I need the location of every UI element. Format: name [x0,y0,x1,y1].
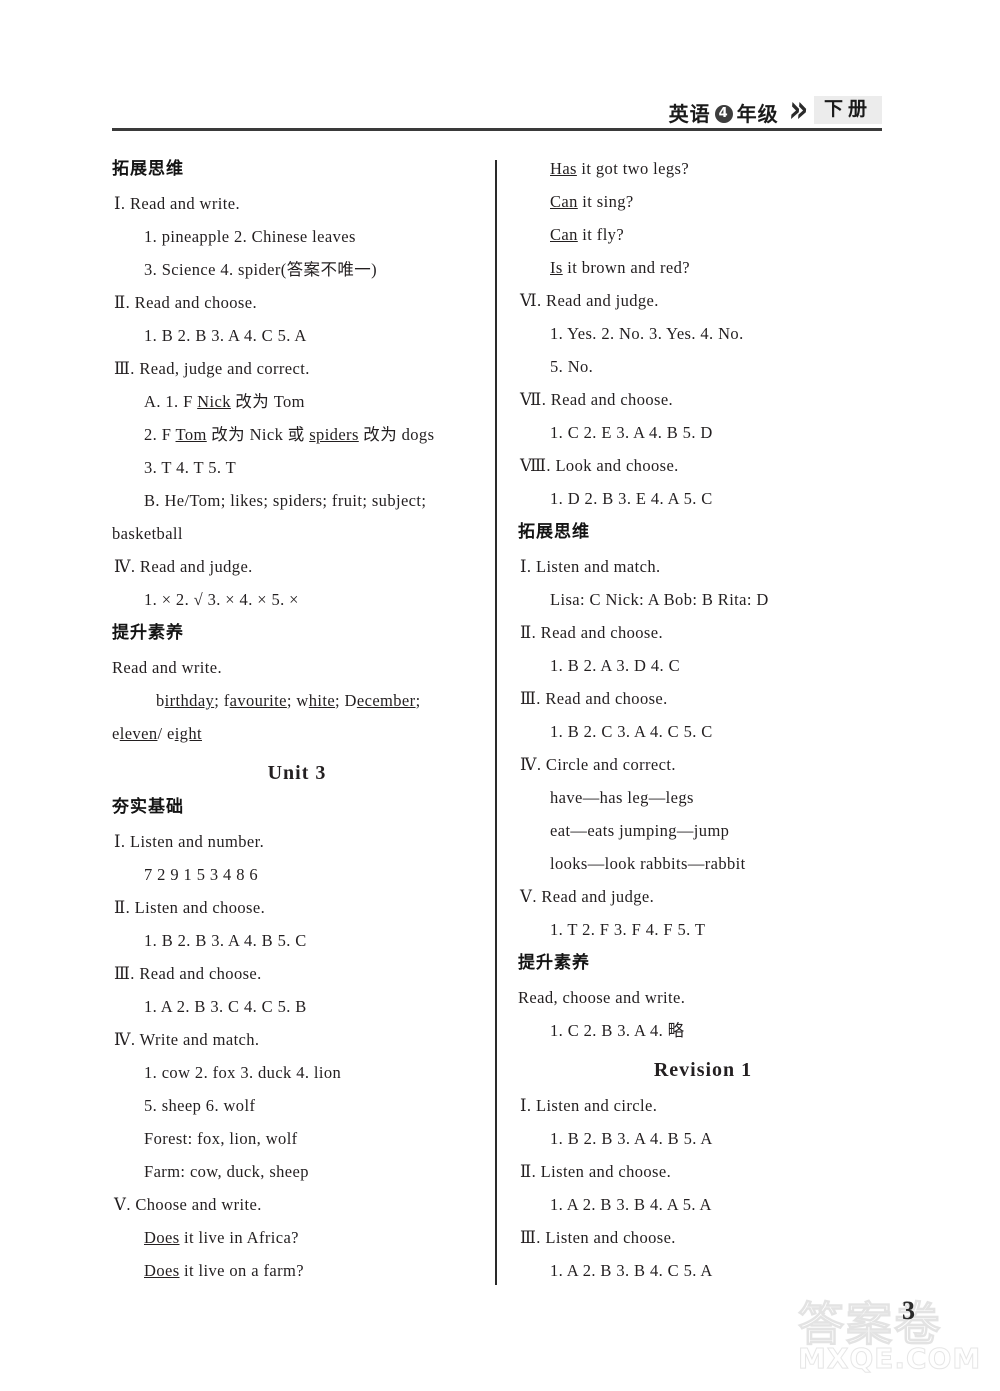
answer-sub-line: have—has leg—legs [550,788,694,807]
answer-line: basketball [112,524,183,543]
answer-line: 1. B 2. B 3. A 4. B 5. A [550,1129,713,1148]
answer-line: 7 2 9 1 5 3 4 8 6 [144,865,259,884]
exercise-heading: Ⅳ. Write and match. [114,1030,260,1049]
answer-line: B. He/Tom; likes; spiders; fruit; subjec… [144,491,427,510]
exercise-heading: Ⅲ. Read and choose. [520,689,668,708]
exercise-heading: Ⅴ. Choose and write. [114,1195,262,1214]
answer-line: 1. A 2. B 3. B 4. C 5. A [550,1261,713,1280]
column-divider [495,160,497,1285]
exercise-heading: Ⅶ. Read and choose. [520,390,674,409]
header-grade-suffix: 年级 [736,102,779,126]
watermark: 答案卷 MXQE.COM [780,1286,995,1386]
answer-sub-line: Can it fly? [550,225,625,244]
answer-sub-line: Does it live on a farm? [144,1261,304,1280]
exercise-heading: Ⅰ. Read and write. [114,194,240,213]
left-column: 拓展思维 Ⅰ. Read and write. 1. pineapple 2. Ch… [112,152,482,1287]
watermark-chinese-text: 答案卷 [798,1297,942,1352]
answer-line: eleven/ eight [112,724,202,743]
section-heading: 提升素养 [112,623,184,643]
watermark-domain-text: MXQE.COM [797,1342,982,1376]
unit-heading: Unit 3 [267,762,327,784]
exercise-heading: Ⅰ. Listen and number. [114,832,265,851]
answer-sub-line: Farm: cow, duck, sheep [144,1162,309,1181]
exercise-heading: Ⅱ. Listen and choose. [520,1162,672,1181]
exercise-heading: Ⅵ. Read and judge. [520,291,659,310]
exercise-heading: Ⅳ. Circle and correct. [520,755,676,774]
header-book-label: 英语 4 年级 » 下册 [669,87,882,132]
chevron-right-icon: » [786,87,810,132]
answer-line: 1. pineapple 2. Chinese leaves [144,227,356,246]
answer-line: 1. A 2. B 3. B 4. A 5. A [550,1195,712,1214]
answer-line: 1. B 2. C 3. A 4. C 5. C [550,722,713,741]
section-heading: 拓展思维 [518,522,590,542]
answer-line: 3. Science 4. spider(答案不唯一) [144,260,378,279]
exercise-heading: Ⅱ. Read and choose. [520,623,663,642]
answer-sub-line: Forest: fox, lion, wolf [144,1129,298,1148]
exercise-heading: Ⅰ. Listen and match. [520,557,661,576]
right-column: Has it got two legs? Can it sing? Can it f… [518,152,888,1287]
answer-line: Read and write. [112,658,223,677]
section-heading: 夯实基础 [112,797,184,817]
section-heading: 提升素养 [518,953,590,973]
exercise-heading: Ⅱ. Read and choose. [114,293,257,312]
unit-heading: Revision 1 [653,1059,753,1081]
exercise-heading: Ⅴ. Read and judge. [520,887,655,906]
answer-line: 1. D 2. B 3. E 4. A 5. C [550,489,713,508]
section-heading: 拓展思维 [112,159,184,179]
answer-sub-line: Has it got two legs? [550,159,690,178]
exercise-heading: Ⅷ. Look and choose. [520,456,679,475]
answer-line: 5. No. [550,357,594,376]
answer-sub-line: Can it sing? [550,192,634,211]
answer-line: 1. A 2. B 3. C 4. C 5. B [144,997,307,1016]
answer-line: 1. B 2. B 3. A 4. C 5. A [144,326,307,345]
exercise-heading: Ⅲ. Read and choose. [114,964,262,983]
header-volume: 下册 [813,96,882,124]
answer-line: Read, choose and write. [518,988,686,1007]
answer-line: 1. B 2. B 3. A 4. B 5. C [144,931,307,950]
answer-line: A. 1. F Nick 改为 Tom [144,392,305,411]
answer-line: 1. T 2. F 3. F 4. F 5. T [550,920,706,939]
answer-line: 3. T 4. T 5. T [144,458,237,477]
exercise-heading: Ⅱ. Listen and choose. [114,898,266,917]
answer-sub-line: looks—look rabbits—rabbit [550,854,746,873]
answer-sub-line: Lisa: C Nick: A Bob: B Rita: D [550,590,769,609]
answer-line: 1. C 2. B 3. A 4. 略 [550,1021,685,1040]
header-divider-rule [112,128,882,131]
answer-line: 1. × 2. √ 3. × 4. × 5. × [144,590,299,609]
header-subject: 英语 [668,102,711,126]
exercise-heading: Ⅰ. Listen and circle. [520,1096,658,1115]
exercise-heading: Ⅲ. Listen and choose. [520,1228,676,1247]
exercise-heading: Ⅳ. Read and judge. [114,557,253,576]
answer-line: 1. C 2. E 3. A 4. B 5. D [550,423,713,442]
answer-sub-line: Is it brown and red? [550,258,690,277]
page-header: 英语 4 年级 » 下册 [0,40,1000,131]
answer-sub-line: Does it live in Africa? [144,1228,299,1247]
answer-line: 1. B 2. A 3. D 4. C [550,656,680,675]
header-subject-grade: 英语 4 年级 [669,104,779,124]
answer-line: 2. F Tom 改为 Nick 或 spiders 改为 dogs [144,425,435,444]
answer-line: 1. cow 2. fox 3. duck 4. lion [144,1063,342,1082]
exercise-heading: Ⅲ. Read, judge and correct. [114,359,310,378]
answer-sub-line: eat—eats jumping—jump [550,821,730,840]
header-grade-number: 4 [714,105,733,123]
answer-line: 5. sheep 6. wolf [144,1096,256,1115]
answer-line: birthday; favourite; white; December; [156,691,421,710]
page-number: 3 [902,1296,915,1325]
answer-line: 1. Yes. 2. No. 3. Yes. 4. No. [550,324,744,343]
